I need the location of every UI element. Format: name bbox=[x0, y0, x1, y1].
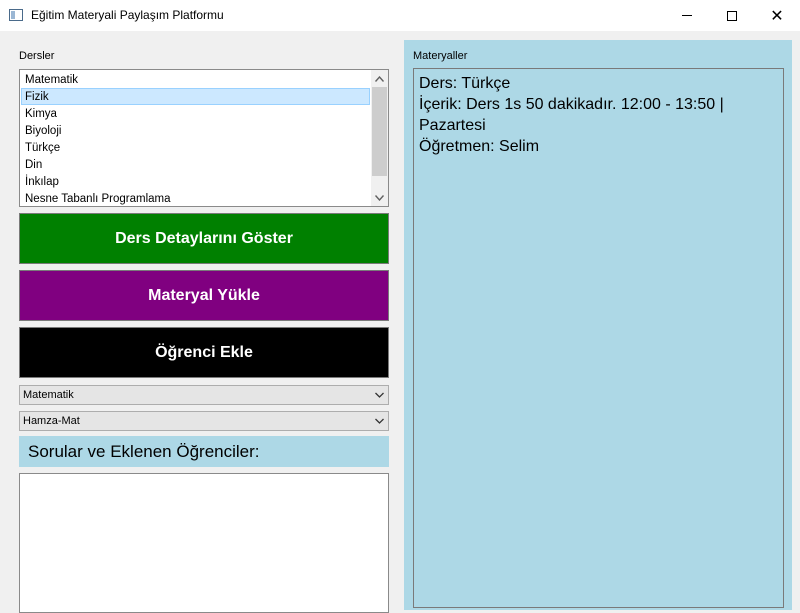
show-course-details-button[interactable]: Ders Detaylarını Göster bbox=[19, 213, 389, 264]
course-select-value: Matematik bbox=[23, 389, 74, 401]
minimize-icon bbox=[682, 15, 692, 16]
courses-list: Matematik Fizik Kimya Biyoloji Türkçe Di… bbox=[21, 71, 370, 205]
scroll-up-arrow-icon[interactable] bbox=[371, 70, 388, 87]
scroll-thumb[interactable] bbox=[372, 87, 387, 176]
upload-material-button[interactable]: Materyal Yükle bbox=[19, 270, 389, 321]
courses-listbox[interactable]: Matematik Fizik Kimya Biyoloji Türkçe Di… bbox=[19, 69, 389, 207]
minimize-button[interactable] bbox=[664, 0, 710, 31]
courses-scrollbar[interactable] bbox=[371, 70, 388, 206]
app-window-icon bbox=[9, 9, 23, 21]
close-button[interactable]: ✕ bbox=[754, 0, 800, 31]
list-item[interactable]: Matematik bbox=[21, 71, 370, 88]
list-item[interactable]: Biyoloji bbox=[21, 122, 370, 139]
list-item[interactable]: Kimya bbox=[21, 105, 370, 122]
list-item[interactable]: Nesne Tabanlı Programlama bbox=[21, 190, 370, 207]
close-icon: ✕ bbox=[770, 7, 784, 25]
courses-label: Dersler bbox=[19, 50, 55, 62]
add-student-button[interactable]: Öğrenci Ekle bbox=[19, 327, 389, 378]
chevron-down-icon bbox=[375, 386, 384, 404]
questions-students-header: Sorular ve Eklenen Öğrenciler: bbox=[19, 436, 389, 467]
material-teacher-line: Öğretmen: Selim bbox=[419, 138, 540, 155]
questions-students-textbox[interactable] bbox=[19, 473, 389, 613]
chevron-down-icon bbox=[375, 412, 384, 430]
list-item[interactable]: İnkılap bbox=[21, 173, 370, 190]
maximize-button[interactable] bbox=[709, 0, 755, 31]
student-select[interactable]: Hamza-Mat bbox=[19, 411, 389, 431]
list-item[interactable]: Türkçe bbox=[21, 139, 370, 156]
student-select-value: Hamza-Mat bbox=[23, 415, 80, 427]
title-bar: Eğitim Materyali Paylaşım Platformu ✕ bbox=[0, 0, 800, 31]
window-title: Eğitim Materyali Paylaşım Platformu bbox=[31, 8, 224, 22]
list-item-selected[interactable]: Fizik bbox=[21, 88, 370, 105]
materials-textbox[interactable]: Ders: Türkçe İçerik: Ders 1s 50 dakikadı… bbox=[413, 68, 784, 608]
list-item[interactable]: Din bbox=[21, 156, 370, 173]
maximize-icon bbox=[727, 10, 737, 21]
material-course-line: Ders: Türkçe bbox=[419, 75, 511, 92]
course-select[interactable]: Matematik bbox=[19, 385, 389, 405]
material-content-line: İçerik: Ders 1s 50 dakikadır. 12:00 - 13… bbox=[419, 96, 724, 134]
materials-label: Materyaller bbox=[413, 50, 468, 62]
scroll-down-arrow-icon[interactable] bbox=[371, 189, 388, 206]
